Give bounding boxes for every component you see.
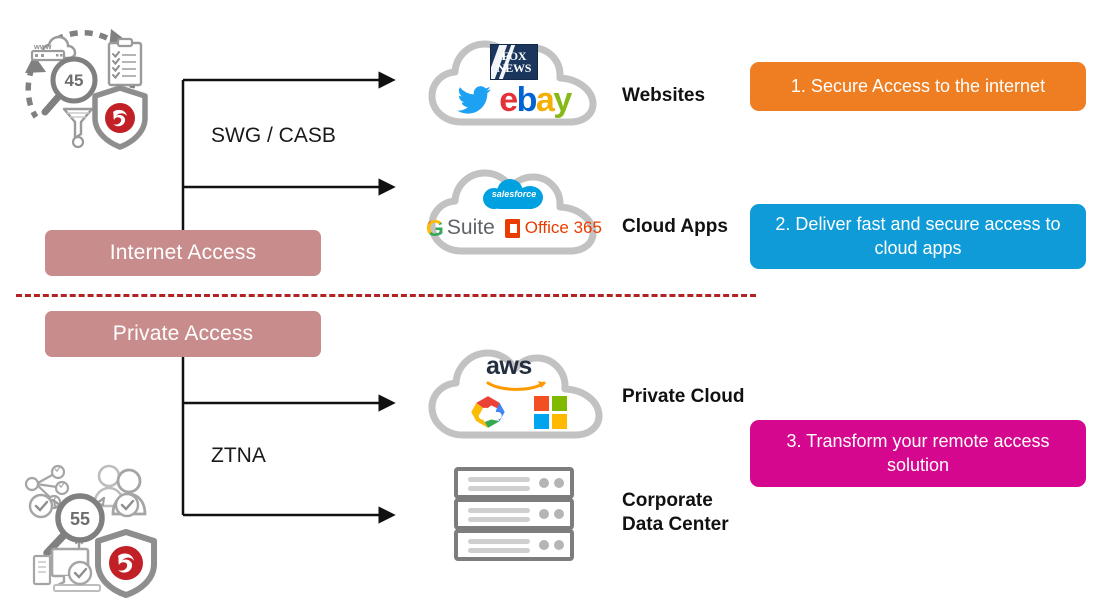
callout-1-text: 1. Secure Access to the internet [790,75,1046,96]
microsoft-logo [533,395,567,429]
private-access-illustration: 55 [14,444,174,605]
shield-icon [95,529,157,598]
svg-text:www: www [33,42,52,51]
websites-cloud[interactable]: FOX NEWS ebay [424,34,604,130]
internet-access-label: Internet Access [109,241,257,264]
aws-smile-icon [486,381,546,391]
funnel-icon [62,107,94,149]
cloud-apps-label: Cloud Apps [622,216,728,237]
g-suite-word: Suite [446,216,495,239]
google-cloud-logo [470,396,505,428]
callout-cloud-apps[interactable]: 2. Deliver fast and secure access to clo… [750,204,1086,269]
private-cloud-label: Private Cloud [622,386,745,407]
fox-news-logo: FOX NEWS [490,43,538,80]
www-cloud-icon: www [30,35,77,62]
twitter-logo [457,85,492,114]
websites-label: Websites [622,85,706,106]
diagram-canvas: Internet Access Private Access SWG / CAS… [0,0,1113,612]
private-cloud-cloud[interactable]: aws [424,343,610,443]
clipboard-checklist-icon [107,37,143,87]
office-365-word: Office 365 [524,218,602,237]
callout-secure-internet[interactable]: 1. Secure Access to the internet [750,62,1086,111]
section-divider [16,294,756,297]
private-access-pill[interactable]: Private Access [45,311,321,357]
fox-news-line2: NEWS [496,60,532,75]
shield-icon [92,85,148,150]
badge-55: 55 [70,509,90,529]
callout-remote-access[interactable]: 3. Transform your remote access solution [750,420,1086,487]
internet-access-illustration: www 45 [12,22,158,155]
aws-wordmark: aws [486,352,532,380]
fox-news-line1: FOX [501,48,527,63]
g-suite-logo: G Suite [426,215,495,242]
desktop-icon [32,547,101,592]
server-rack-icon [454,467,574,561]
corporate-data-center-rack[interactable] [452,466,576,567]
office-365-logo: Office 365 [504,218,602,238]
swg-casb-label: SWG / CASB [211,124,336,147]
salesforce-logo: salesforce [483,178,545,209]
private-access-label: Private Access [112,322,254,345]
corporate-data-center-label: Corporate Data Center [622,490,729,535]
badge-45: 45 [65,71,84,90]
g-suite-g: G [426,214,444,241]
magnifier-45-icon: 45 [41,56,98,116]
callout-2-text: 2. Deliver fast and secure access to clo… [775,213,1061,258]
aws-logo: aws [486,352,548,391]
cloud-apps-cloud[interactable]: salesforce G Suite Office 365 [424,163,604,259]
callout-3-text: 3. Transform your remote access solution [786,430,1050,475]
internet-access-pill[interactable]: Internet Access [45,230,321,276]
ztna-label: ZTNA [211,444,266,467]
ebay-logo: ebay [499,80,572,119]
office-mark-icon [504,218,520,238]
salesforce-wordmark: salesforce [491,188,537,199]
